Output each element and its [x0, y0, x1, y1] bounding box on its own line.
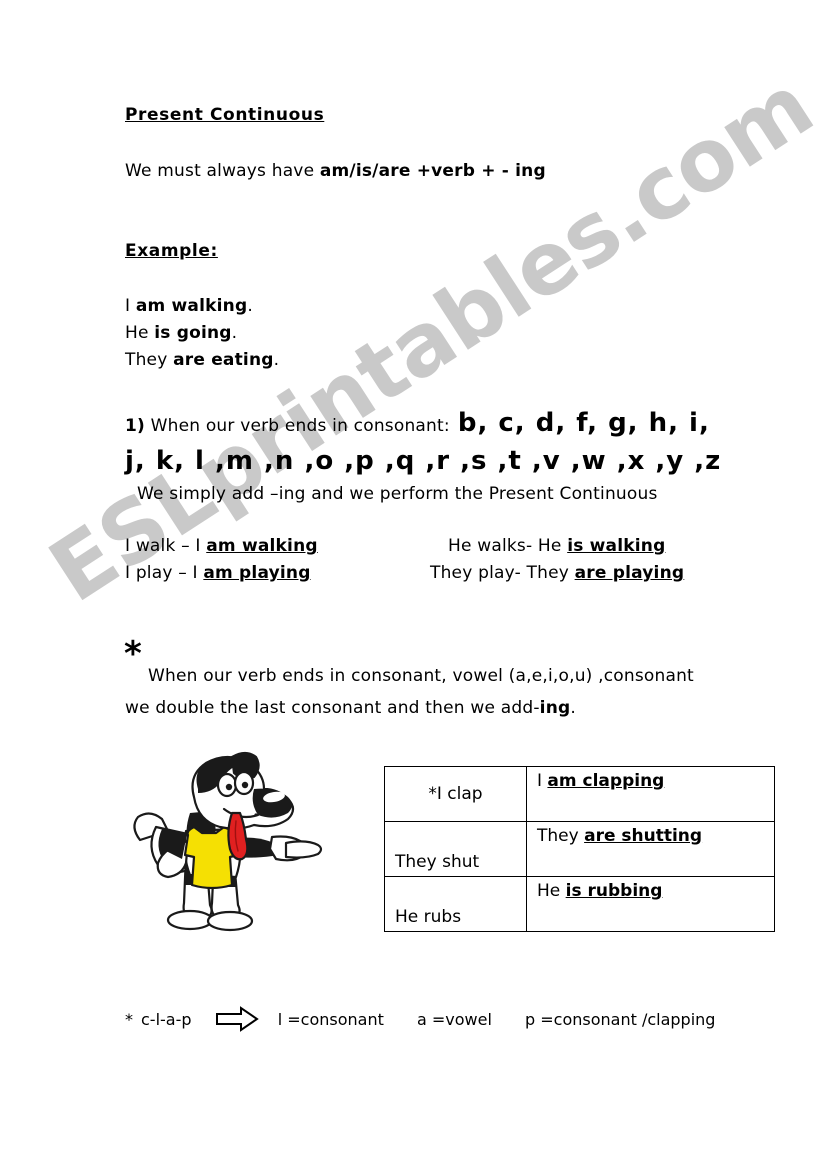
table-cell-base: *I clap	[384, 766, 527, 822]
rule-one-note: We simply add –ing and we perform the Pr…	[137, 484, 658, 504]
main-rule: We must always have am/is/are +verb + - …	[125, 158, 546, 185]
conjugation-base: He walks- He	[448, 536, 568, 556]
worksheet-page: ESLprintables.com Present Continuous We …	[0, 0, 821, 1169]
right-arrow-icon	[215, 1006, 259, 1032]
example-verb: is going	[154, 323, 232, 343]
example-subject: I	[125, 296, 136, 316]
rule-one-line: 1) When our verb ends in consonant: b, c,…	[125, 408, 710, 440]
consonant-letters-line-2: j, k, l ,m ,n ,o ,p ,q ,r ,s ,t ,v ,w ,x…	[125, 446, 722, 476]
answer-form: is rubbing	[565, 881, 663, 901]
rule-one-number: 1)	[125, 416, 145, 436]
conjugation-form: is walking	[567, 536, 666, 556]
answer-subject: He	[537, 881, 566, 901]
conjugation-right-2: They play- They are playing	[430, 560, 684, 587]
example-verb: am walking	[135, 296, 248, 316]
footer-breakdown: * c-l-a-p l =consonant a =vowel p =conson…	[125, 1006, 715, 1032]
footer-word: c-l-a-p	[141, 1009, 192, 1029]
example-end: .	[231, 323, 238, 343]
table-cell-answer: He is rubbing	[526, 876, 775, 932]
example-subject: They	[125, 350, 174, 370]
rule-two-line-2: we double the last consonant and then we…	[125, 695, 576, 722]
page-title: Present Continuous	[125, 105, 325, 125]
main-rule-lead: We must always have	[125, 161, 320, 181]
conjugation-right-1: He walks- He is walking	[448, 533, 665, 560]
footer-bullet: *	[125, 1009, 133, 1029]
table-row: They shut They are shutting	[384, 821, 775, 877]
conjugation-base: I play – I	[125, 563, 204, 583]
table-row: He rubs He is rubbing	[384, 876, 775, 932]
example-sentence-2: He is going.	[125, 320, 237, 347]
example-verb: are eating	[173, 350, 274, 370]
conjugation-base: They play- They	[430, 563, 575, 583]
cartoon-dog-pointing-icon	[133, 751, 323, 932]
answer-form: are shutting	[584, 826, 703, 846]
rule-two-end: .	[570, 698, 576, 718]
answer-subject: I	[537, 771, 548, 791]
table-row: *I clap I am clapping	[384, 766, 775, 822]
answer-subject: They	[537, 826, 585, 846]
example-sentence-1: I am walking.	[125, 293, 253, 320]
footer-part-2: a =vowel	[416, 1009, 492, 1029]
table-cell-answer: I am clapping	[526, 766, 775, 822]
rule-one-text: When our verb ends in consonant:	[145, 416, 450, 436]
example-subject: He	[125, 323, 155, 343]
verb-doubling-table: *I clap I am clapping They shut They are…	[384, 766, 775, 932]
asterisk-bullet: *	[124, 634, 142, 674]
conjugation-left-1: I walk – I am walking	[125, 533, 318, 560]
example-sentence-3: They are eating.	[125, 347, 279, 374]
table-cell-answer: They are shutting	[526, 821, 775, 877]
rule-two-text: we double the last consonant and then we…	[125, 698, 540, 718]
footer-part-3: p =consonant /clapping	[525, 1009, 716, 1029]
consonant-letters-line-1: b, c, d, f, g, h, i,	[457, 408, 710, 438]
conjugation-form: am walking	[206, 536, 318, 556]
answer-form: am clapping	[547, 771, 665, 791]
conjugation-form: am playing	[203, 563, 311, 583]
example-end: .	[273, 350, 280, 370]
conjugation-form: are playing	[574, 563, 685, 583]
conjugation-left-2: I play – I am playing	[125, 560, 311, 587]
footer-part-1: l =consonant	[277, 1009, 384, 1029]
table-cell-base: They shut	[384, 821, 527, 877]
example-end: .	[247, 296, 253, 316]
table-cell-base: He rubs	[384, 876, 527, 932]
example-heading: Example:	[125, 241, 218, 261]
rule-two-suffix: ing	[539, 698, 571, 718]
conjugation-base: I walk – I	[125, 536, 207, 556]
main-rule-formula: am/is/are +verb + - ing	[319, 161, 546, 181]
rule-two-line-1: When our verb ends in consonant, vowel (…	[148, 666, 694, 686]
